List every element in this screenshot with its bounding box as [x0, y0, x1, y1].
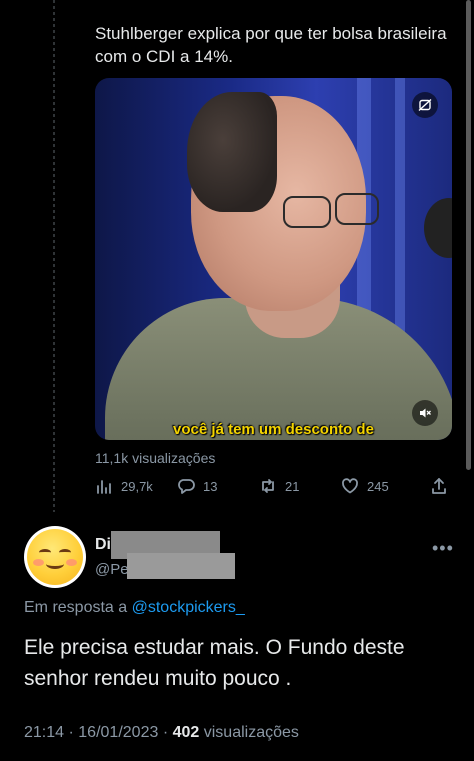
- share-button[interactable]: [430, 477, 448, 495]
- redaction-box: [127, 553, 235, 579]
- glasses-right-lens: [335, 193, 379, 225]
- smiling-face-icon: [27, 529, 83, 585]
- glasses-left-lens: [283, 196, 331, 228]
- quoted-view-count: 11,1k visualizações: [95, 450, 216, 466]
- analytics-button[interactable]: 29,7k: [95, 477, 153, 495]
- tweet-metadata: 21:14 · 16/01/2023 · 402 visualizações: [24, 724, 299, 742]
- no-media-icon[interactable]: [412, 92, 438, 118]
- retweet-button[interactable]: 21: [259, 477, 299, 495]
- retweet-icon: [262, 479, 274, 493]
- reply-tweet-text: Ele precisa estudar mais. O Fundo deste …: [24, 636, 405, 690]
- heart-icon: [342, 478, 358, 494]
- emoji-eye: [59, 549, 71, 556]
- retweet-count: 21: [285, 478, 300, 494]
- reply-count: 13: [203, 478, 218, 494]
- video-player[interactable]: você já tem um desconto de: [95, 78, 452, 440]
- tweet-time[interactable]: 21:14: [24, 724, 64, 741]
- meta-separator: ·: [68, 724, 74, 741]
- username-handle[interactable]: @Pe: [95, 561, 129, 578]
- analytics-icon: [97, 480, 111, 494]
- reply-context: Em resposta a @stockpickers_: [24, 599, 245, 617]
- emoji-cheek: [33, 559, 44, 566]
- quoted-tweet-text: Stuhlberger explica por que ter bolsa br…: [95, 24, 447, 66]
- analytics-count: 29,7k: [121, 478, 153, 494]
- reply-to-mention-link[interactable]: @stockpickers_: [132, 599, 245, 616]
- scrollbar[interactable]: [466, 0, 471, 470]
- tweet-date[interactable]: 16/01/2023: [78, 724, 158, 741]
- view-label: visualizações: [203, 724, 299, 741]
- emoji-smile: [46, 559, 64, 569]
- reply-to-label: Em resposta a: [24, 599, 128, 616]
- tweet-action-bar: 29,7k 13 21 245: [95, 477, 455, 499]
- video-caption: você já tem um desconto de: [173, 421, 374, 438]
- emoji-cheek: [66, 559, 77, 566]
- meta-separator: ·: [162, 724, 169, 741]
- view-count: 402: [172, 724, 200, 741]
- microphone: [424, 198, 452, 258]
- reply-icon: [178, 479, 195, 494]
- emoji-eye: [39, 549, 51, 556]
- more-options-button[interactable]: •••: [432, 538, 454, 559]
- display-name[interactable]: Di: [95, 536, 111, 558]
- thread-connector-line: [53, 0, 55, 512]
- reply-button[interactable]: 13: [177, 477, 217, 495]
- share-icon: [432, 478, 446, 494]
- like-button[interactable]: 245: [341, 477, 389, 495]
- avatar[interactable]: [24, 526, 86, 588]
- speaker-hair: [187, 92, 277, 212]
- like-count: 245: [367, 478, 389, 494]
